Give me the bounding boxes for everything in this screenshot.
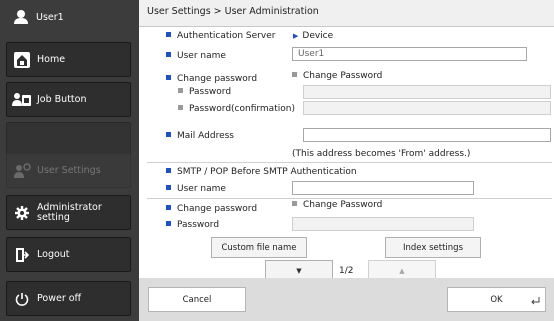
gear-icon — [7, 205, 37, 220]
checkbox-icon — [292, 72, 297, 77]
user-name-label: User name — [166, 51, 226, 61]
password-label: Password — [178, 87, 231, 97]
smtp-change-password-checkbox[interactable]: Change Password — [292, 200, 382, 210]
sidebar: User1 Home Job Button User Settings Admi… — [0, 0, 139, 321]
breadcrumb: User Settings > User Administration — [139, 0, 554, 27]
user-icon — [6, 9, 36, 25]
password-input[interactable] — [303, 85, 551, 99]
administrator-setting-button[interactable]: Administrator setting — [6, 195, 131, 230]
enter-icon — [531, 297, 540, 308]
triangle-right-icon: ▶ — [293, 32, 299, 40]
home-button[interactable]: Home — [6, 42, 131, 77]
smtp-password-input[interactable] — [292, 217, 474, 231]
page-indicator: 1/2 — [339, 266, 354, 276]
password-confirmation-input[interactable] — [303, 101, 551, 115]
home-icon — [7, 51, 37, 69]
user-settings-button[interactable]: User Settings — [6, 153, 131, 188]
divider — [147, 162, 552, 163]
index-settings-button[interactable]: Index settings — [385, 237, 481, 258]
job-button[interactable]: Job Button — [6, 82, 131, 117]
smtp-section-title: SMTP / POP Before SMTP Authentication — [166, 167, 357, 177]
user-name-input[interactable]: User1 — [292, 47, 527, 61]
smtp-user-name-label: User name — [166, 184, 226, 194]
main-panel: User Settings > User Administration Auth… — [139, 0, 554, 321]
job-button-icon — [7, 92, 37, 108]
divider — [147, 198, 552, 199]
cancel-button[interactable]: Cancel — [148, 287, 246, 312]
smtp-user-name-input[interactable] — [292, 181, 474, 195]
auth-server-label: Authentication Server — [166, 31, 275, 41]
current-user: User1 — [6, 4, 131, 30]
power-icon — [7, 292, 37, 306]
mail-address-input[interactable] — [303, 128, 551, 142]
password-confirmation-label: Password(confirmation) — [178, 104, 295, 114]
logout-icon — [7, 247, 37, 263]
ok-button[interactable]: OK — [447, 287, 546, 312]
user-name: User1 — [36, 11, 64, 23]
auth-server-value[interactable]: ▶ Device — [293, 31, 333, 41]
change-password-checkbox[interactable]: Change Password — [292, 71, 382, 81]
footer-bar: Cancel OK — [139, 278, 554, 321]
smtp-password-label: Password — [166, 220, 219, 230]
mail-address-label: Mail Address — [166, 131, 234, 141]
smtp-change-password-label: Change password — [166, 204, 257, 214]
power-off-button[interactable]: Power off — [6, 281, 131, 316]
empty-slot — [6, 122, 131, 157]
user-settings-icon — [7, 162, 37, 179]
mail-note: (This address becomes 'From' address.) — [292, 149, 471, 159]
logout-button[interactable]: Logout — [6, 237, 131, 272]
bullet-icon — [166, 32, 171, 37]
custom-file-name-button[interactable]: Custom file name — [211, 237, 307, 258]
change-password-label: Change password — [166, 74, 257, 84]
